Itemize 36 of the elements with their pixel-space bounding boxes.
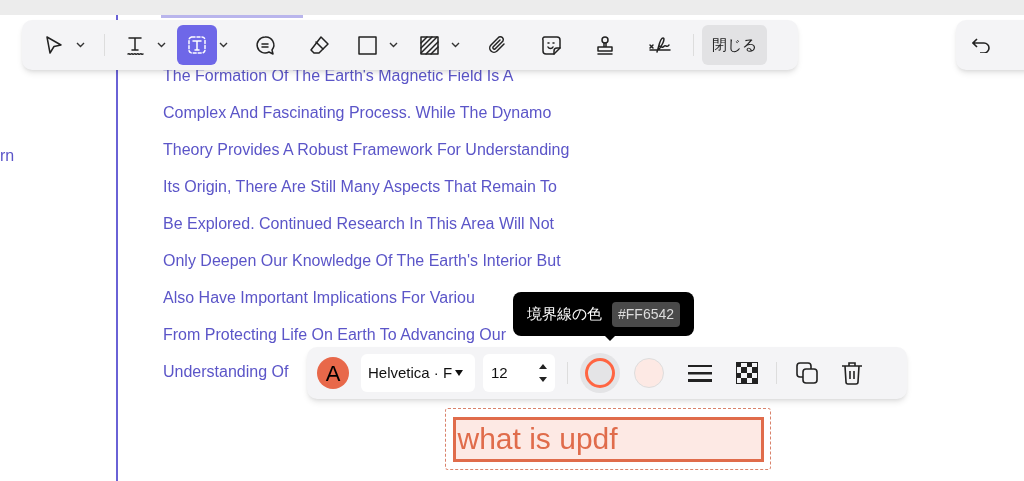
comment-icon: [253, 33, 277, 57]
eraser-icon: [307, 33, 331, 57]
font-color-button[interactable]: A: [317, 357, 349, 389]
border-color-button[interactable]: [580, 353, 620, 393]
undo-icon[interactable]: [972, 37, 990, 53]
document-line: Complex And Fascinating Process. While The Dynamo: [163, 103, 552, 123]
chevron-down-icon[interactable]: [450, 42, 460, 48]
textbox-icon: [185, 33, 209, 57]
hatched-square-icon: [417, 33, 441, 57]
sidebar-text: rn: [0, 147, 15, 165]
close-button[interactable]: 閉じる: [702, 25, 767, 65]
chevron-down-icon[interactable]: [156, 42, 166, 48]
document-line: Only Deepen Our Knowledge Of The Earth's Interior But: [163, 251, 561, 271]
document-line: From Protecting Life On Earth To Advancing Our: [163, 325, 506, 345]
font-dropdown[interactable]: Helvetica · F: [361, 354, 475, 392]
document-line: Theory Provides A Robust Framework For Understanding: [163, 140, 570, 160]
chevron-down-icon[interactable]: [218, 42, 228, 48]
trash-icon[interactable]: [841, 361, 863, 385]
font-size-stepper[interactable]: 12: [483, 354, 555, 392]
document-line: Also Have Important Implications For Variou: [163, 288, 475, 308]
opacity-checker-icon[interactable]: [736, 362, 758, 384]
line-weight-icon[interactable]: [688, 363, 712, 383]
chevron-down-icon[interactable]: [75, 42, 85, 48]
border-color-swatch: [585, 358, 615, 388]
document-line: Its Origin, There Are Still Many Aspects That Remain To: [163, 177, 557, 197]
document-line: Understanding Of: [163, 362, 289, 382]
sticker-icon: [539, 33, 563, 57]
color-hex-value: #FF6542: [612, 301, 681, 327]
caret-icon: [455, 370, 464, 376]
fill-color-swatch[interactable]: [634, 358, 664, 388]
document-line: Be Explored. Continued Research In This Area Will Not: [163, 214, 554, 234]
chevron-down-icon[interactable]: [388, 42, 398, 48]
rectangle-icon: [355, 33, 379, 57]
duplicate-icon[interactable]: [795, 361, 819, 385]
tooltip-label: 境界線の色: [527, 303, 602, 325]
stepper-arrows-icon[interactable]: [539, 363, 547, 383]
